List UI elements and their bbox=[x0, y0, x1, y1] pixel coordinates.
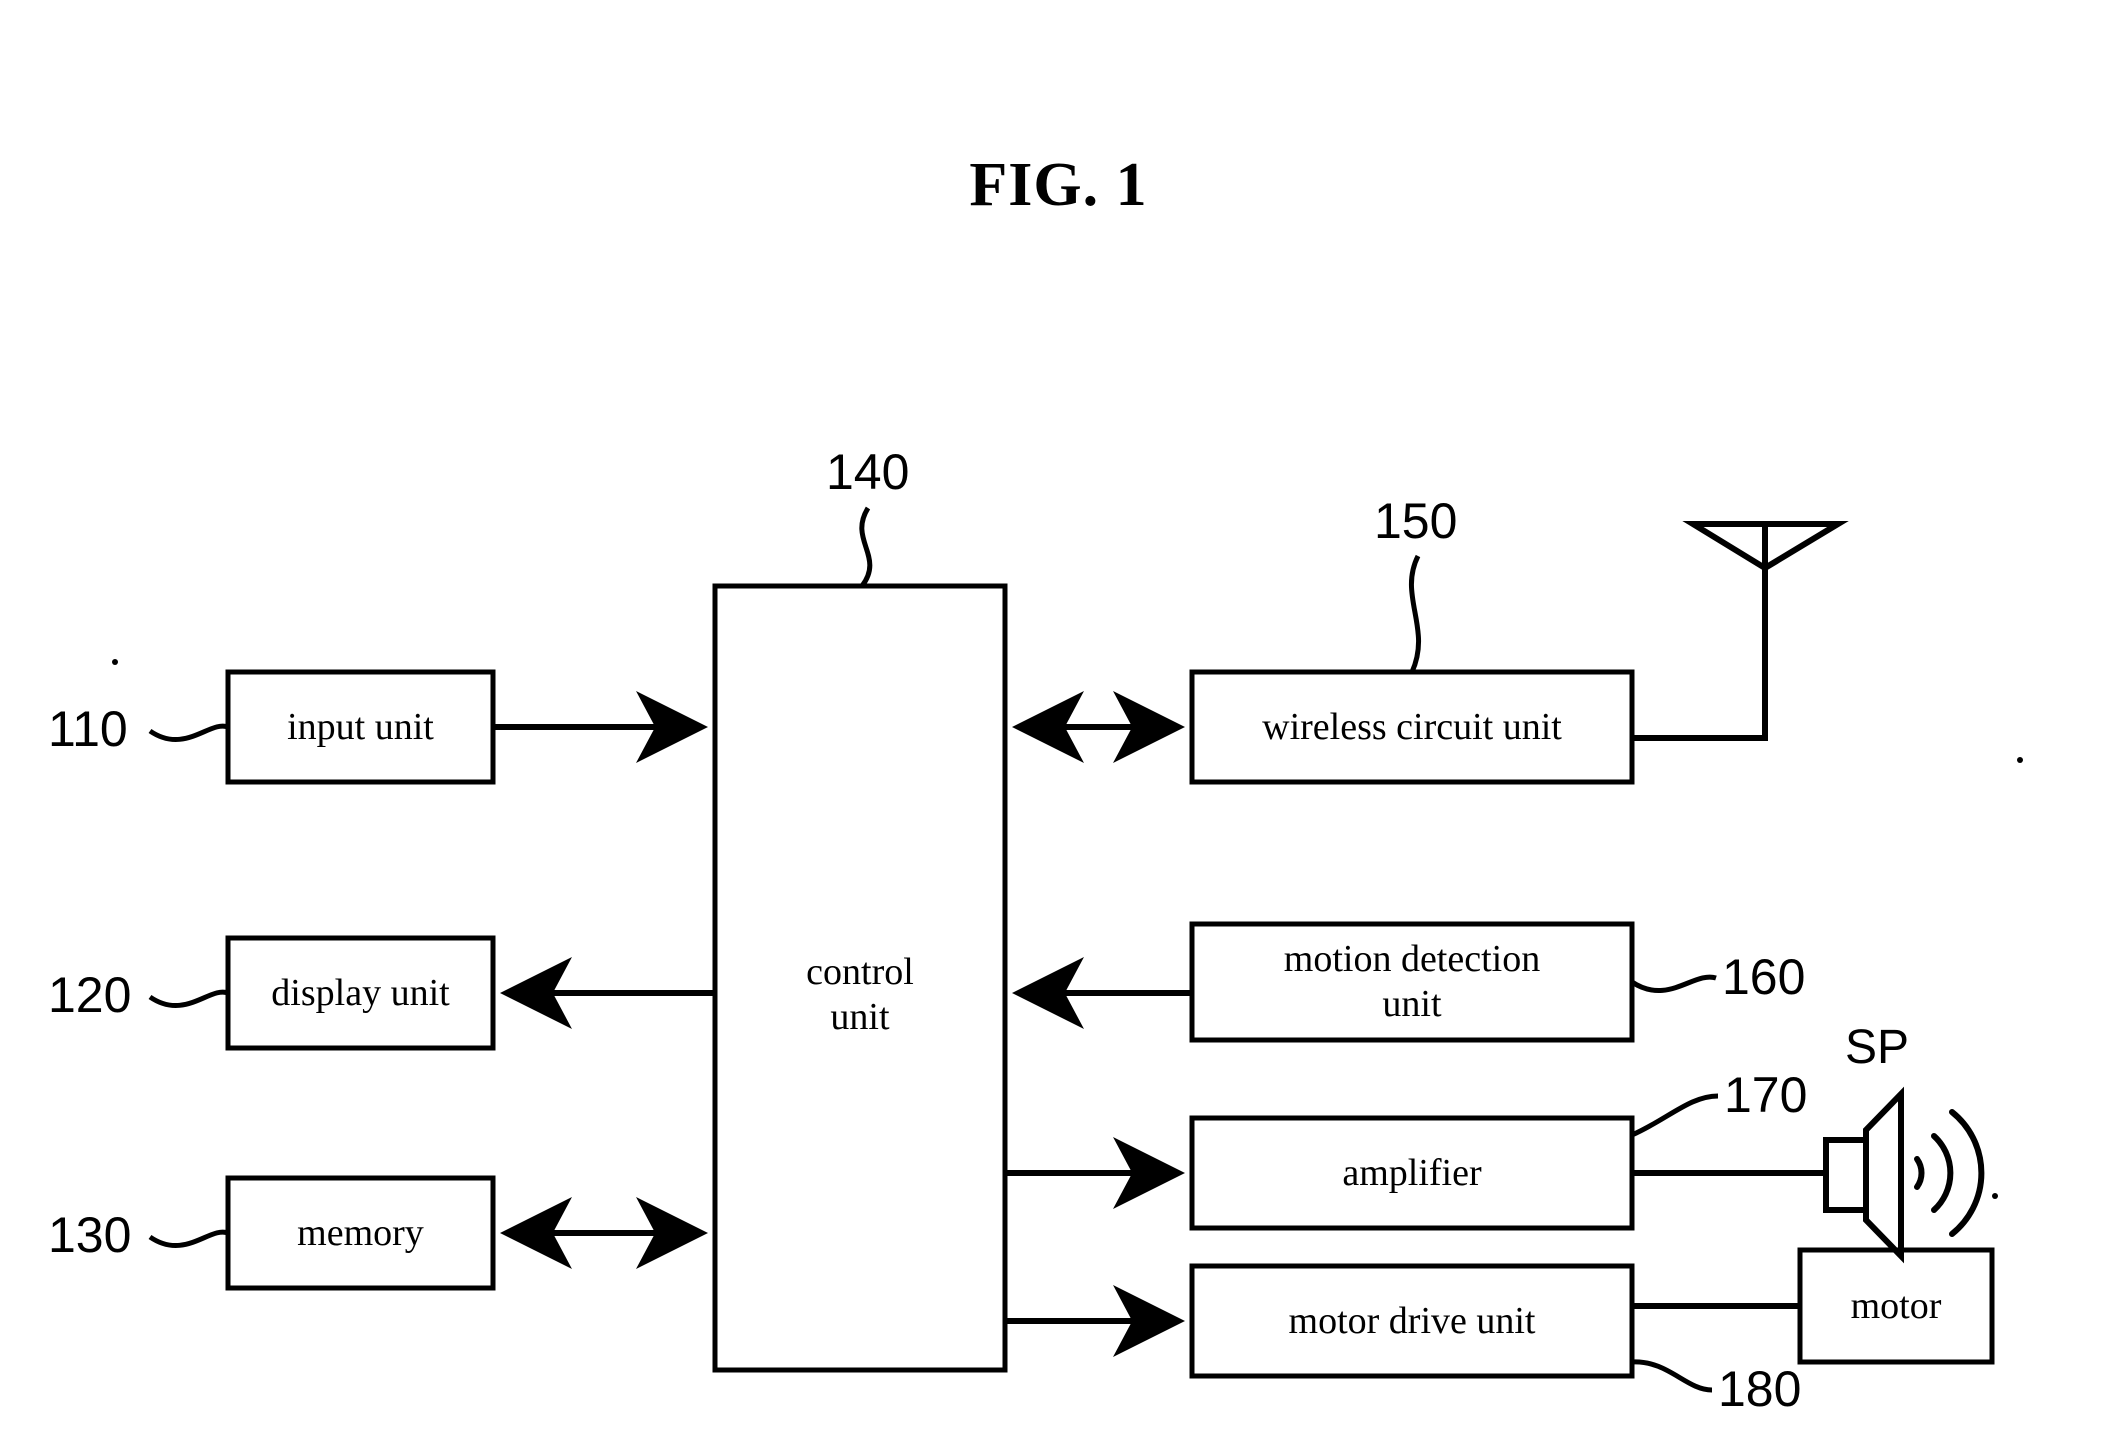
leader-180 bbox=[1631, 1359, 1713, 1393]
speaker-label: SP bbox=[1845, 1021, 1910, 1074]
leader-140 bbox=[859, 506, 873, 588]
ref-number-140: 140 bbox=[826, 444, 910, 500]
figure-drawing bbox=[112, 506, 2023, 1393]
speaker-icon bbox=[1823, 1086, 1904, 1264]
box-amplifier bbox=[1189, 1115, 1635, 1231]
leader-170 bbox=[1630, 1093, 1719, 1138]
leader-160 bbox=[1630, 974, 1717, 994]
ref-number-150: 150 bbox=[1374, 493, 1458, 549]
antenna-icon bbox=[1682, 521, 1849, 572]
connector-wireless-to-antenna bbox=[1632, 568, 1768, 741]
box-motion-detection bbox=[1189, 921, 1635, 1043]
box-control-unit bbox=[712, 583, 1008, 1373]
ref-number-180: 180 bbox=[1718, 1361, 1802, 1417]
box-display-unit bbox=[225, 935, 496, 1051]
box-motor-drive-unit bbox=[1189, 1263, 1635, 1379]
ref-number-110: 110 bbox=[48, 701, 128, 757]
ref-number-160: 160 bbox=[1722, 949, 1806, 1005]
box-memory bbox=[225, 1175, 496, 1291]
leader-120 bbox=[148, 989, 229, 1009]
patent-figure: FIG. 1 input unit display unit memory co… bbox=[0, 0, 2117, 1442]
ref-number-120: 120 bbox=[48, 967, 132, 1023]
leader-150 bbox=[1408, 554, 1422, 674]
ref-number-130: 130 bbox=[48, 1207, 132, 1263]
leader-110 bbox=[148, 723, 229, 743]
box-input-unit bbox=[225, 669, 496, 785]
sound-waves-icon bbox=[1914, 1109, 1985, 1237]
box-wireless-circuit bbox=[1189, 669, 1635, 785]
ref-number-170: 170 bbox=[1724, 1067, 1808, 1123]
box-motor bbox=[1797, 1247, 1995, 1365]
leader-130 bbox=[148, 1229, 229, 1249]
